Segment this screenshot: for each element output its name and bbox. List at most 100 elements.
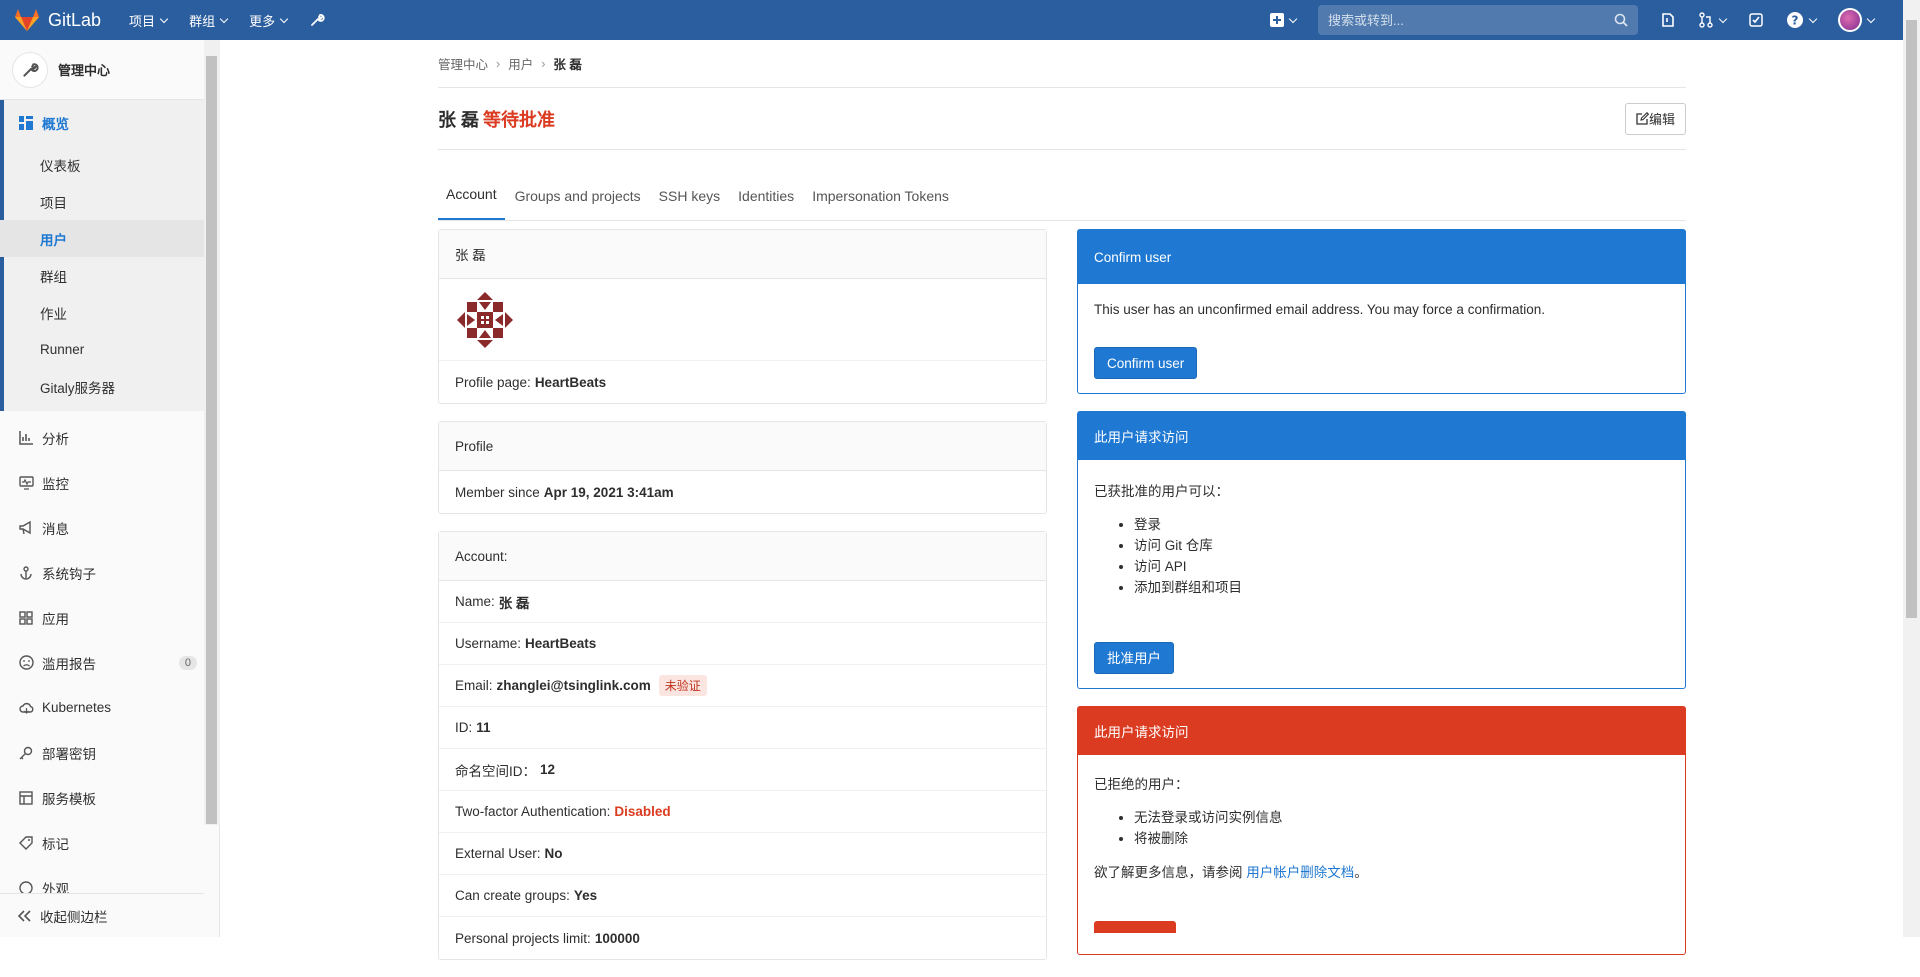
admin-avatar xyxy=(12,51,48,88)
account-name-row: Name: 张 磊 xyxy=(439,581,1046,623)
user-avatar xyxy=(456,290,514,349)
sidebar-item-applications[interactable]: 应用 xyxy=(0,595,219,640)
confirm-card-text: This user has an unconfirmed email addre… xyxy=(1094,302,1545,317)
account-deletion-docs-link[interactable]: 用户帐户删除文档 xyxy=(1246,865,1354,880)
double-chevron-left-icon xyxy=(18,909,32,922)
sidebar-item-label: Kubernetes xyxy=(42,700,112,715)
user-avatar-row xyxy=(439,279,1046,361)
profile-card: Profile Member since Apr 19, 2021 3:41am xyxy=(438,421,1047,514)
nav-projects-dropdown[interactable]: 项目 xyxy=(129,11,169,30)
sidebar-item-runners[interactable]: Runner xyxy=(0,331,219,368)
sidebar-item-projects[interactable]: 项目 xyxy=(0,183,219,220)
reject-user-button[interactable] xyxy=(1094,921,1176,933)
left-column: 张 磊 Profile page: HeartBeats Profile Mem… xyxy=(438,229,1047,977)
sidebar-item-label: 滥用报告 xyxy=(42,656,96,672)
row-value: No xyxy=(544,846,563,861)
sidebar-header[interactable]: 管理中心 xyxy=(0,40,219,100)
new-dropdown[interactable] xyxy=(1270,13,1298,27)
help-dropdown[interactable]: ? xyxy=(1786,11,1818,29)
row-label: Personal projects limit: xyxy=(455,930,591,946)
sidebar-item-deploy-keys[interactable]: 部署密钥 xyxy=(0,730,219,775)
sidebar-item-labels[interactable]: 标记 xyxy=(0,820,219,865)
right-column: Confirm user This user has an unconfirme… xyxy=(1077,229,1686,977)
avatar xyxy=(1838,8,1862,32)
account-username-row: Username: HeartBeats xyxy=(439,623,1046,665)
confirm-user-card: Confirm user This user has an unconfirme… xyxy=(1077,229,1686,394)
wrench-icon xyxy=(23,62,39,77)
account-namespace-row: 命名空间ID： 12 xyxy=(439,749,1046,791)
row-label: Can create groups: xyxy=(455,888,570,903)
breadcrumb-users[interactable]: 用户 xyxy=(508,54,533,73)
tab-impersonation-tokens[interactable]: Impersonation Tokens xyxy=(804,188,957,220)
sidebar-item-monitoring[interactable]: 监控 xyxy=(0,460,219,505)
todos-link[interactable] xyxy=(1748,12,1764,28)
account-card-header: Account: xyxy=(439,532,1046,581)
profile-page-label: Profile page: xyxy=(455,374,531,390)
account-projects-limit-row: Personal projects limit: 100000 xyxy=(439,917,1046,959)
collapse-sidebar-button[interactable]: 收起侧边栏 xyxy=(0,893,204,937)
chevron-down-icon xyxy=(1808,14,1818,23)
user-menu-dropdown[interactable] xyxy=(1838,8,1876,32)
breadcrumb-admin[interactable]: 管理中心 xyxy=(438,54,488,73)
edit-icon xyxy=(1636,112,1649,125)
row-label: External User: xyxy=(455,846,541,861)
reject-card-intro: 已拒绝的用户： xyxy=(1094,777,1189,792)
sidebar-item-gitaly[interactable]: Gitaly服务器 xyxy=(0,368,219,405)
sidebar-item-groups[interactable]: 群组 xyxy=(0,257,219,294)
nav-groups-dropdown[interactable]: 群组 xyxy=(189,11,229,30)
sidebar-item-kubernetes[interactable]: Kubernetes xyxy=(0,685,219,730)
sidebar-item-dashboard[interactable]: 仪表板 xyxy=(0,146,219,183)
list-item: 访问 API xyxy=(1134,556,1669,577)
approve-list: 登录 访问 Git 仓库 访问 API 添加到群组和项目 xyxy=(1134,514,1669,598)
sidebar-item-users[interactable]: 用户 xyxy=(0,220,219,257)
nav-more-label: 更多 xyxy=(249,13,276,29)
edit-button[interactable]: 编辑 xyxy=(1624,102,1686,135)
sidebar-item-service-templates[interactable]: 服务模板 xyxy=(0,775,219,820)
breadcrumb-separator-icon: › xyxy=(541,56,546,71)
sidebar-item-abuse-reports[interactable]: 滥用报告 0 xyxy=(0,640,219,685)
nav-projects-label: 项目 xyxy=(129,13,156,29)
sidebar-item-system-hooks[interactable]: 系统钩子 xyxy=(0,550,219,595)
tab-groups-and-projects[interactable]: Groups and projects xyxy=(507,188,649,220)
merge-requests-dropdown[interactable] xyxy=(1698,12,1728,28)
collapse-sidebar-label: 收起侧边栏 xyxy=(40,909,108,925)
top-navbar: GitLab 项目 群组 更多 ? xyxy=(0,0,1920,40)
sidebar-item-analytics[interactable]: 分析 xyxy=(0,415,219,460)
tab-account[interactable]: Account xyxy=(438,186,505,220)
sidebar: 管理中心 概览 仪表板 项目 用户 群组 作业 Runner Gitaly服务器… xyxy=(0,40,220,937)
chart-icon xyxy=(18,430,34,446)
cloud-icon xyxy=(18,700,34,716)
sidebar-item-messages[interactable]: 消息 xyxy=(0,505,219,550)
search-input[interactable] xyxy=(1328,12,1614,28)
row-label: Two-factor Authentication: xyxy=(455,804,611,819)
user-info-card: 张 磊 Profile page: HeartBeats xyxy=(438,229,1047,404)
sidebar-item-overview[interactable]: 概览 xyxy=(0,100,219,146)
row-value: HeartBeats xyxy=(525,636,597,651)
approve-user-card: 此用户请求访问 已获批准的用户可以： 登录 访问 Git 仓库 访问 API 添… xyxy=(1077,411,1686,689)
main-content: 管理中心 › 用户 › 张 磊 张 磊等待批准 编辑 Account Group… xyxy=(438,40,1686,977)
sidebar-scrollbar-thumb[interactable] xyxy=(206,56,217,824)
label-icon xyxy=(18,835,34,851)
chevron-down-icon xyxy=(219,14,229,23)
search-box[interactable] xyxy=(1318,5,1638,35)
confirm-user-button[interactable]: Confirm user xyxy=(1094,347,1198,379)
sidebar-item-jobs[interactable]: 作业 xyxy=(0,294,219,331)
gitlab-home-link[interactable]: GitLab xyxy=(14,8,101,32)
more-info-suffix: 。 xyxy=(1354,865,1368,880)
issues-link[interactable] xyxy=(1660,12,1676,28)
admin-wrench-link[interactable] xyxy=(309,12,325,28)
page-scrollbar-thumb[interactable] xyxy=(1906,20,1917,618)
sidebar-overview-group: 概览 仪表板 项目 用户 群组 作业 Runner Gitaly服务器 xyxy=(0,100,219,411)
edit-label: 编辑 xyxy=(1648,112,1675,127)
profile-page-value[interactable]: HeartBeats xyxy=(535,375,606,390)
reject-more-info: 欲了解更多信息，请参阅 用户帐户删除文档。 xyxy=(1094,861,1669,881)
row-value: 12 xyxy=(540,762,556,777)
chevron-down-icon xyxy=(159,14,169,23)
approve-user-button[interactable]: 批准用户 xyxy=(1094,642,1174,674)
nav-more-dropdown[interactable]: 更多 xyxy=(249,11,289,30)
row-value: 11 xyxy=(476,720,491,735)
tab-ssh-keys[interactable]: SSH keys xyxy=(651,188,728,220)
account-id-row: ID: 11 xyxy=(439,707,1046,749)
breadcrumb-current[interactable]: 张 磊 xyxy=(553,54,581,73)
tab-identities[interactable]: Identities xyxy=(730,188,802,220)
